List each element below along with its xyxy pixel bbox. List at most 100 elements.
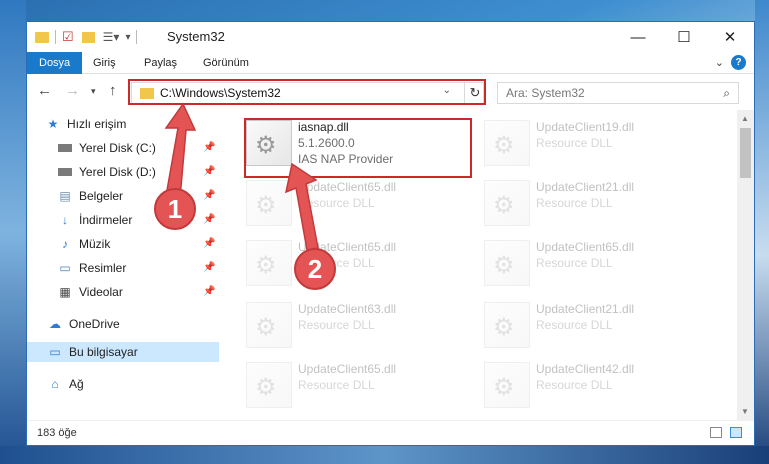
help-icon[interactable]: ? bbox=[731, 55, 746, 70]
sidebar-item-label: Yerel Disk (C:) bbox=[79, 141, 156, 155]
scroll-down-icon[interactable]: ▼ bbox=[741, 407, 749, 416]
gear-icon: ⚙ bbox=[255, 252, 277, 279]
desktop-background-left bbox=[0, 0, 26, 464]
pin-icon[interactable]: 📌 bbox=[203, 262, 215, 273]
gear-icon: ⚙ bbox=[255, 314, 277, 341]
file-name: UpdateClient63.dll bbox=[298, 302, 397, 316]
file-description: Resource DLL bbox=[298, 196, 375, 210]
folder-icon bbox=[35, 31, 49, 43]
maximize-button[interactable]: ☐ bbox=[662, 22, 706, 52]
sidebar-item-label: Videolar bbox=[79, 285, 123, 299]
drive-icon bbox=[57, 165, 73, 179]
toolbar-divider bbox=[55, 30, 56, 44]
sidebar-item-label: Resimler bbox=[79, 261, 127, 275]
file-item[interactable]: ⚙ UpdateClient42.dll Resource DLL bbox=[484, 362, 704, 414]
sidebar-item-local-disk-d[interactable]: Yerel Disk (D:) bbox=[57, 162, 156, 182]
sidebar-item-quick-access[interactable]: ★ Hızlı erişim bbox=[45, 114, 127, 134]
up-arrow-icon[interactable]: ↑ bbox=[109, 82, 117, 99]
file-item[interactable]: ⚙ UpdateClient21.dll Resource DLL bbox=[484, 302, 704, 354]
gear-icon: ⚙ bbox=[493, 314, 515, 341]
sidebar-item-videos[interactable]: ▦ Videolar bbox=[57, 282, 123, 302]
sidebar-item-downloads[interactable]: ↓ İndirmeler bbox=[57, 210, 132, 230]
scrollbar-thumb[interactable] bbox=[740, 128, 751, 178]
cloud-icon: ☁ bbox=[49, 317, 61, 331]
view-options-icon[interactable]: ☰▾ bbox=[103, 30, 120, 44]
forward-arrow-icon[interactable]: → bbox=[65, 82, 80, 99]
tab-home[interactable]: Giriş bbox=[93, 52, 116, 74]
pin-icon[interactable]: 📌 bbox=[203, 166, 215, 177]
sidebar-item-network[interactable]: ⌂ Ağ bbox=[47, 374, 84, 394]
file-name: UpdateClient21.dll bbox=[536, 180, 635, 194]
properties-icon[interactable]: ☑ bbox=[62, 29, 74, 45]
tab-share[interactable]: Paylaş bbox=[144, 52, 177, 74]
pin-icon[interactable]: 📌 bbox=[203, 142, 215, 153]
file-item[interactable]: ⚙ UpdateClient65.dll Resource DLL bbox=[246, 362, 466, 414]
file-item[interactable]: ⚙ UpdateClient65.dll Resource DLL bbox=[246, 180, 466, 232]
file-description: Resource DLL bbox=[536, 378, 613, 392]
desktop-background-bottom bbox=[0, 446, 769, 464]
pin-icon[interactable]: 📌 bbox=[203, 286, 215, 297]
sidebar-item-label: İndirmeler bbox=[79, 213, 133, 227]
recent-locations-icon[interactable]: ▾ bbox=[91, 86, 96, 97]
tiles-view-icon[interactable] bbox=[730, 427, 742, 438]
sidebar-item-music[interactable]: ♪ Müzik bbox=[57, 234, 110, 254]
file-name: UpdateClient65.dll bbox=[298, 362, 397, 376]
minimize-button[interactable]: — bbox=[616, 22, 660, 52]
file-name: UpdateClient65.dll bbox=[536, 240, 635, 254]
ribbon-tabs: Dosya Giriş Paylaş Görünüm ⌄ ? bbox=[27, 52, 754, 74]
file-item[interactable]: ⚙ UpdateClient19.dll Resource DLL bbox=[484, 120, 704, 172]
pin-icon[interactable]: 📌 bbox=[203, 214, 215, 225]
step-badge-2: 2 bbox=[294, 248, 336, 290]
file-description: Resource DLL bbox=[536, 256, 613, 270]
file-item[interactable]: ⚙ UpdateClient65.dll Resource DLL bbox=[246, 240, 466, 292]
dll-file-icon: ⚙ bbox=[484, 120, 530, 166]
back-arrow-icon[interactable]: ← bbox=[37, 82, 52, 99]
computer-icon: ▭ bbox=[49, 345, 61, 359]
file-name: UpdateClient65.dll bbox=[298, 180, 397, 194]
customize-toolbar-icon[interactable]: ▾ bbox=[125, 32, 130, 43]
file-item[interactable]: ⚙ UpdateClient63.dll Resource DLL bbox=[246, 302, 466, 354]
pin-icon[interactable]: 📌 bbox=[203, 238, 215, 249]
gear-icon: ⚙ bbox=[255, 192, 277, 219]
navigation-pane: ★ Hızlı erişim Yerel Disk (C:) 📌 Yerel D… bbox=[27, 110, 219, 420]
sidebar-item-label: Müzik bbox=[79, 237, 111, 251]
search-icon[interactable]: ⌕ bbox=[723, 83, 730, 103]
search-input[interactable]: Ara: System32 ⌕ bbox=[497, 82, 739, 104]
pictures-icon: ▭ bbox=[59, 261, 71, 275]
dll-file-icon: ⚙ bbox=[484, 302, 530, 348]
network-icon: ⌂ bbox=[51, 377, 59, 391]
toolbar-divider bbox=[136, 30, 138, 44]
new-folder-icon[interactable] bbox=[81, 31, 95, 43]
expand-ribbon-icon[interactable]: ⌄ bbox=[715, 56, 724, 69]
drive-icon bbox=[57, 141, 73, 155]
pin-icon[interactable]: 📌 bbox=[203, 190, 215, 201]
sidebar-item-label: OneDrive bbox=[69, 317, 120, 331]
navigation-bar: ← → ▾ ↑ C:\Windows\System32 ⌄ ↻ Ara: Sys… bbox=[27, 75, 754, 109]
sidebar-item-this-pc[interactable]: ▭ Bu bilgisayar bbox=[27, 342, 219, 362]
tab-view[interactable]: Görünüm bbox=[203, 52, 249, 74]
file-item[interactable]: ⚙ UpdateClient65.dll Resource DLL bbox=[484, 240, 704, 292]
desktop-background-right bbox=[755, 0, 769, 464]
window-title: System32 bbox=[167, 29, 225, 44]
sidebar-item-documents[interactable]: ▤ Belgeler bbox=[57, 186, 123, 206]
sidebar-item-onedrive[interactable]: ☁ OneDrive bbox=[47, 314, 120, 334]
close-button[interactable]: ✕ bbox=[708, 22, 752, 52]
file-description: Resource DLL bbox=[536, 136, 613, 150]
sidebar-item-label: Ağ bbox=[69, 377, 84, 391]
sidebar-item-label: Hızlı erişim bbox=[67, 117, 127, 131]
details-view-icon[interactable] bbox=[710, 427, 722, 438]
dll-file-icon: ⚙ bbox=[246, 180, 292, 226]
sidebar-item-pictures[interactable]: ▭ Resimler bbox=[57, 258, 126, 278]
file-item[interactable]: ⚙ UpdateClient21.dll Resource DLL bbox=[484, 180, 704, 232]
vertical-scrollbar[interactable]: ▲ ▼ bbox=[737, 110, 754, 420]
tab-file[interactable]: Dosya bbox=[27, 52, 83, 74]
dll-file-icon: ⚙ bbox=[484, 362, 530, 408]
star-icon: ★ bbox=[47, 117, 59, 131]
gear-icon: ⚙ bbox=[493, 132, 515, 159]
dll-file-icon: ⚙ bbox=[246, 240, 292, 286]
dll-file-icon: ⚙ bbox=[484, 240, 530, 286]
sidebar-item-local-disk-c[interactable]: Yerel Disk (C:) bbox=[57, 138, 156, 158]
file-name: UpdateClient21.dll bbox=[536, 302, 635, 316]
gear-icon: ⚙ bbox=[493, 252, 515, 279]
scroll-up-icon[interactable]: ▲ bbox=[741, 114, 749, 123]
